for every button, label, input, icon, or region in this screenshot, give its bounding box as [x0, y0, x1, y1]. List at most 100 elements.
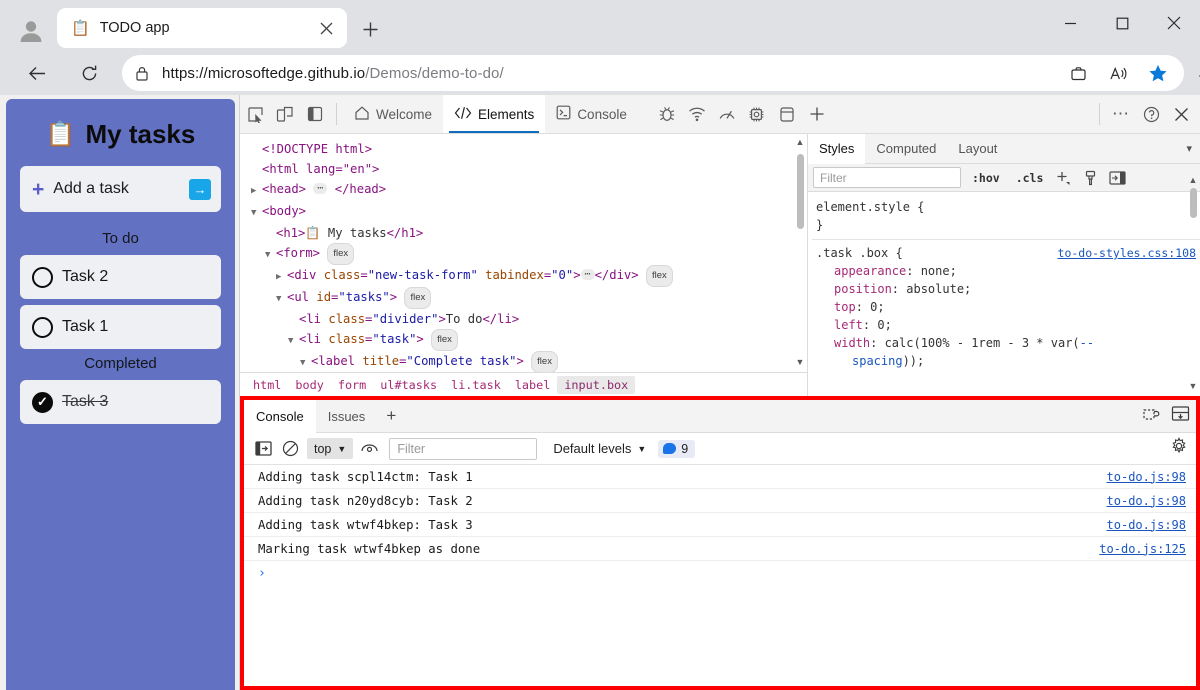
console-settings-gear-icon[interactable] [1170, 437, 1188, 460]
browser-tab[interactable]: 📋 TODO app [57, 8, 347, 48]
minimize-button[interactable] [1044, 0, 1096, 46]
scroll-down-icon[interactable]: ▼ [1187, 380, 1199, 392]
dom-node[interactable]: ▼ <label title="Complete task"> flex [248, 351, 807, 373]
add-task-row[interactable]: + Add a task → [20, 166, 221, 212]
task-item[interactable]: ✓ Task 3 [20, 380, 221, 424]
hover-state-button[interactable]: :hov [967, 171, 1005, 185]
dom-node[interactable]: ▶ <head> ⋯ </head> [248, 179, 807, 201]
tab-console[interactable]: Console [244, 399, 316, 433]
console-message-source[interactable]: to-do.js:125 [1099, 542, 1186, 556]
collapse-arrow-icon[interactable]: ▼ [300, 353, 311, 373]
console-prompt[interactable]: › [244, 561, 1196, 585]
console-message-source[interactable]: to-do.js:98 [1107, 494, 1186, 508]
help-icon[interactable] [1136, 100, 1166, 128]
close-window-button[interactable] [1148, 0, 1200, 46]
live-expression-icon[interactable] [356, 437, 383, 461]
bug-icon[interactable] [652, 100, 682, 128]
collapsed-children-icon[interactable]: ⋯ [580, 269, 595, 280]
style-rule-element[interactable]: element.style { } [812, 196, 1200, 236]
back-button[interactable] [21, 57, 53, 89]
network-icon[interactable] [682, 100, 712, 128]
log-levels-dropdown[interactable]: Default levels ▼ [553, 441, 646, 456]
dom-node[interactable]: ▼ <ul id="tasks"> flex [248, 287, 807, 309]
inspect-element-icon[interactable] [240, 100, 270, 128]
declaration[interactable]: appearance: none; [816, 262, 1196, 280]
address-bar[interactable]: https://microsoftedge.github.io/Demos/de… [122, 55, 1200, 91]
close-devtools-icon[interactable] [1166, 100, 1196, 128]
device-emulation-icon[interactable] [270, 100, 300, 128]
styles-scrollbar[interactable]: ▲ ▼ [1187, 175, 1199, 394]
toggle-sidebar-icon[interactable] [1105, 167, 1129, 189]
flex-badge[interactable]: flex [404, 287, 432, 309]
declaration[interactable]: width: calc(100% - 1rem - 3 * var(-- [816, 334, 1196, 352]
read-aloud-icon[interactable] [1098, 58, 1138, 88]
add-style-rule-icon[interactable] [1051, 167, 1075, 189]
breadcrumb-item-html[interactable]: html [246, 376, 288, 394]
scrollbar-thumb[interactable] [797, 154, 804, 229]
tab-computed[interactable]: Computed [865, 134, 947, 164]
chevron-down-icon[interactable]: ▾ [1186, 142, 1192, 155]
application-icon[interactable] [772, 100, 802, 128]
dom-tree-pane[interactable]: <!DOCTYPE html> <html lang="en"> ▶ <head>… [240, 134, 808, 396]
dom-node[interactable]: <li class="divider">To do</li> [248, 309, 807, 329]
task-checkbox-icon[interactable] [32, 316, 53, 338]
breadcrumb-item-ul[interactable]: ul#tasks [373, 376, 444, 394]
style-rule-task-box[interactable]: .task .box { to-do-styles.css:108 appear… [812, 239, 1200, 372]
browser-settings-more-icon[interactable]: ⋯ [1192, 63, 1200, 89]
dom-node[interactable]: ▶ <div class="new-task-form" tabindex="0"… [248, 265, 807, 287]
expand-arrow-icon[interactable]: ▶ [251, 181, 262, 201]
memory-icon[interactable] [742, 100, 772, 128]
dom-node[interactable]: ▼ <li class="task"> flex [248, 329, 807, 351]
console-message-source[interactable]: to-do.js:98 [1107, 518, 1186, 532]
message-count-badge[interactable]: 9 [658, 439, 696, 458]
dom-node[interactable]: ▼ <body> [248, 201, 807, 223]
color-picker-icon[interactable] [1078, 167, 1102, 189]
dom-node[interactable]: <h1>📋 My tasks</h1> [248, 223, 807, 243]
console-sidebar-icon[interactable] [250, 437, 277, 461]
console-message[interactable]: Adding task wtwf4bkep: Task 3 to-do.js:9… [244, 513, 1196, 537]
scrollbar-thumb[interactable] [1190, 188, 1197, 218]
collapse-arrow-icon[interactable]: ▼ [251, 203, 262, 223]
rule-selector[interactable]: .task .box { [816, 244, 903, 262]
dom-node[interactable]: <html lang="en"> [248, 159, 807, 179]
breadcrumb-item-body[interactable]: body [288, 376, 330, 394]
collapsed-children-icon[interactable]: ⋯ [313, 183, 328, 194]
dom-scrollbar[interactable]: ▲ ▼ [794, 136, 806, 394]
task-checkbox-icon[interactable] [32, 266, 53, 288]
collections-icon[interactable] [1058, 58, 1098, 88]
declaration[interactable]: left: 0; [816, 316, 1196, 334]
close-icon[interactable] [313, 15, 339, 41]
tab-elements[interactable]: Elements [443, 95, 546, 133]
execution-context-selector[interactable]: top ▼ [307, 438, 354, 459]
tab-console[interactable]: Console [545, 95, 638, 133]
collapse-arrow-icon[interactable]: ▼ [288, 331, 299, 351]
submit-task-button[interactable]: → [189, 178, 211, 200]
task-item[interactable]: Task 2 [20, 255, 221, 299]
expand-arrow-icon[interactable]: ▶ [276, 267, 287, 287]
new-tab-button[interactable] [355, 14, 385, 44]
console-message[interactable]: Adding task scpl14ctm: Task 1 to-do.js:9… [244, 465, 1196, 489]
flex-badge[interactable]: flex [431, 329, 458, 351]
declaration[interactable]: position: absolute; [816, 280, 1196, 298]
reload-button[interactable] [73, 57, 105, 89]
flex-badge[interactable]: flex [327, 243, 355, 265]
collapse-arrow-icon[interactable]: ▼ [265, 245, 276, 265]
rule-source-link[interactable]: to-do-styles.css:108 [1058, 244, 1196, 262]
breadcrumb-item-li[interactable]: li.task [444, 376, 508, 394]
clear-console-icon[interactable] [277, 437, 304, 461]
tab-issues[interactable]: Issues [316, 400, 378, 433]
scroll-up-icon[interactable]: ▲ [794, 136, 806, 148]
add-panel-icon[interactable] [802, 100, 832, 128]
more-tools-icon[interactable]: ⋯ [1106, 100, 1136, 128]
console-message[interactable]: Adding task n20yd8cyb: Task 2 to-do.js:9… [244, 489, 1196, 513]
breadcrumb-item-input[interactable]: input.box [557, 375, 636, 394]
profile-avatar-icon[interactable] [14, 14, 48, 48]
favorite-star-icon[interactable] [1138, 58, 1178, 88]
element-classes-button[interactable]: .cls [1011, 171, 1049, 185]
dock-drawer-icon[interactable] [1171, 405, 1190, 427]
flex-badge[interactable]: flex [531, 351, 558, 373]
performance-icon[interactable] [712, 100, 742, 128]
collapse-arrow-icon[interactable]: ▼ [276, 289, 287, 309]
declaration-continued[interactable]: spacing)); [816, 352, 1196, 370]
declaration[interactable]: top: 0; [816, 298, 1196, 316]
